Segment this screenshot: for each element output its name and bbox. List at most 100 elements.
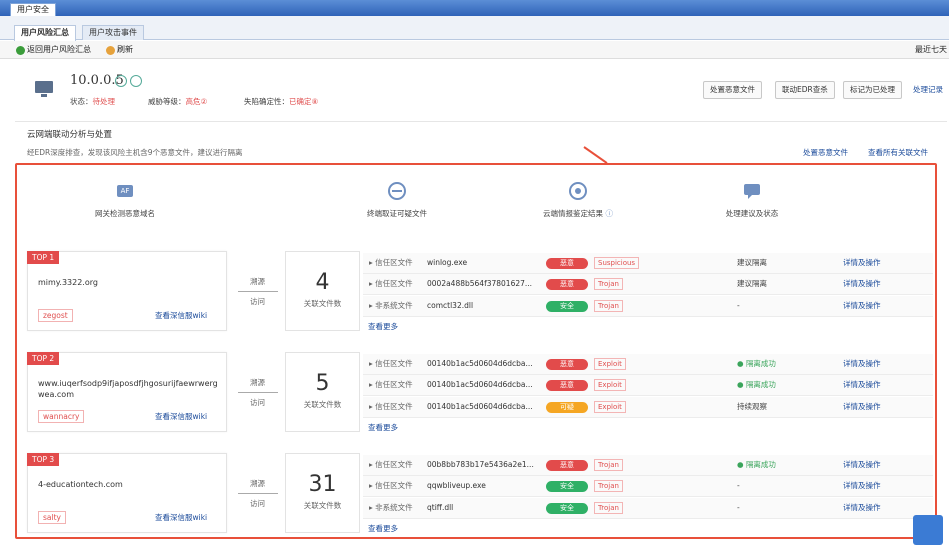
host-computer-icon bbox=[33, 79, 55, 99]
tab-user-risk-summary[interactable]: 用户风险汇总 bbox=[14, 25, 76, 41]
highlight-arrow bbox=[583, 146, 608, 164]
detail-link[interactable]: 详情及操作 bbox=[843, 498, 881, 518]
file-row: ▸ 信任区文件 00b8bb783b17e5436a2e1... 恶意 Troj… bbox=[363, 455, 933, 476]
wiki-link[interactable]: 查看深信服wiki bbox=[155, 512, 207, 523]
threat-tag: Exploit bbox=[594, 401, 626, 413]
trace-label: 溯源 bbox=[250, 378, 265, 387]
rank-badge: TOP 2 bbox=[27, 352, 60, 365]
verdict-badge: 恶意 bbox=[546, 279, 588, 290]
advice-status: - bbox=[737, 503, 740, 512]
file-type: ▸ 信任区文件 bbox=[369, 460, 413, 469]
file-name: 00b8bb783b17e5436a2e1... bbox=[427, 460, 534, 469]
verdict-badge: 安全 bbox=[546, 481, 588, 492]
verdict-badge: 安全 bbox=[546, 503, 588, 514]
malicious-domain: mimy.3322.org bbox=[38, 278, 98, 287]
detail-link[interactable]: 详情及操作 bbox=[843, 274, 881, 294]
info-icon[interactable]: ⓘ bbox=[605, 209, 613, 218]
handle-records-link[interactable]: 处理记录 bbox=[913, 84, 943, 95]
toolbar: 返回用户风险汇总 刷新 最近七天 bbox=[0, 41, 949, 59]
refresh-icon bbox=[106, 45, 115, 55]
domain-card: TOP 2 www.iuqerfsodp9ifjaposdfjhgosurijf… bbox=[27, 352, 227, 432]
link-arrow bbox=[237, 392, 278, 393]
verdict-badge: 恶意 bbox=[546, 258, 588, 269]
step-endpoint-label: 终端取证可疑文件 bbox=[367, 209, 427, 218]
step-advice: 处理建议及状态 bbox=[677, 180, 827, 219]
trace-label: 溯源 bbox=[250, 277, 265, 286]
threat-tag: Trojan bbox=[594, 300, 623, 312]
verdict-badge: 恶意 bbox=[546, 359, 588, 370]
detail-link[interactable]: 详情及操作 bbox=[843, 375, 881, 395]
malicious-domain: 4-educationtech.com bbox=[38, 480, 123, 489]
file-row: ▸ 信任区文件 winlog.exe 恶意 Suspicious 建议隔离 详情… bbox=[363, 253, 933, 274]
family-tag: zegost bbox=[38, 309, 73, 322]
certainty-value: 已确定⑧ bbox=[289, 97, 319, 106]
status-field: 状态：待处理 bbox=[70, 97, 116, 106]
mark-handled-button[interactable]: 标记为已处理 bbox=[843, 81, 902, 99]
verdict-badge: 恶意 bbox=[546, 460, 588, 471]
status-value: 待处理 bbox=[92, 97, 116, 106]
detail-link[interactable]: 详情及操作 bbox=[843, 455, 881, 475]
link-arrow bbox=[237, 493, 278, 494]
chat-bubble-icon bbox=[740, 180, 764, 202]
refresh-button[interactable]: 刷新 bbox=[106, 45, 133, 55]
file-type: ▸ 信任区文件 bbox=[369, 279, 413, 288]
view-more-link[interactable]: 查看更多 bbox=[368, 523, 398, 534]
handle-malicious-files-button[interactable]: 处置恶意文件 bbox=[703, 81, 762, 99]
step-gateway: AF 网关检测恶意域名 bbox=[50, 180, 200, 219]
link-arrow bbox=[237, 291, 278, 292]
file-row: ▸ 信任区文件 0002a488b564f37801627... 恶意 Troj… bbox=[363, 274, 933, 295]
file-name: 0002a488b564f37801627... bbox=[427, 279, 533, 288]
back-button[interactable]: 返回用户风险汇总 bbox=[16, 45, 91, 55]
file-type: ▸ 非系统文件 bbox=[369, 503, 413, 512]
step-endpoint: 终端取证可疑文件 bbox=[322, 180, 472, 219]
assistant-icon[interactable] bbox=[913, 515, 943, 545]
wifi-icon bbox=[115, 75, 127, 87]
trace-label: 溯源 bbox=[250, 479, 265, 488]
section-subtitle: 经EDR深度排查，发现该风险主机含9个恶意文件，建议进行隔离 bbox=[27, 148, 243, 157]
divider bbox=[15, 121, 947, 122]
advice-status: - bbox=[737, 481, 740, 490]
tab-user-attack-events[interactable]: 用户攻击事件 bbox=[82, 25, 144, 40]
advice-status: 持续观察 bbox=[737, 402, 767, 411]
wiki-link[interactable]: 查看深信服wiki bbox=[155, 310, 207, 321]
trace-visit: 溯源 访问 bbox=[230, 276, 285, 307]
detail-link[interactable]: 详情及操作 bbox=[843, 354, 881, 374]
detail-link[interactable]: 详情及操作 bbox=[843, 476, 881, 496]
file-count-card: 31 关联文件数 bbox=[285, 453, 360, 533]
certainty-field: 失陷确定性：已确定⑧ bbox=[244, 97, 319, 106]
handle-files-link[interactable]: 处置恶意文件 bbox=[803, 147, 848, 158]
step-cloud-label: 云端情报鉴定结果 ⓘ bbox=[543, 209, 613, 218]
domain-card: TOP 1 mimy.3322.org zegost 查看深信服wiki bbox=[27, 251, 227, 331]
edr-kill-button[interactable]: 联动EDR查杀 bbox=[775, 81, 835, 99]
file-row: ▸ 信任区文件 00140b1ac5d0604d6dcba... 恶意 Expl… bbox=[363, 375, 933, 396]
file-count: 31 bbox=[308, 472, 337, 497]
step-gateway-label: 网关检测恶意域名 bbox=[95, 209, 155, 218]
detail-link[interactable]: 详情及操作 bbox=[843, 253, 881, 273]
verdict-badge: 安全 bbox=[546, 301, 588, 312]
malicious-domain: www.iuqerfsodp9ifjaposdfjhgosurijfaewrwe… bbox=[38, 379, 218, 399]
tab-bar: 用户风险汇总 用户攻击事件 bbox=[0, 16, 949, 41]
time-range-label[interactable]: 最近七天 bbox=[915, 45, 947, 55]
file-row: ▸ 非系统文件 qtiff.dll 安全 Trojan - 详情及操作 bbox=[363, 498, 933, 519]
detail-link[interactable]: 详情及操作 bbox=[843, 397, 881, 417]
trace-visit: 溯源 访问 bbox=[230, 377, 285, 408]
app-title-bar bbox=[0, 0, 949, 16]
view-all-files-link[interactable]: 查看所有关联文件 bbox=[868, 147, 928, 158]
back-button-label: 返回用户风险汇总 bbox=[27, 45, 91, 54]
visit-label: 访问 bbox=[250, 499, 265, 508]
file-name: winlog.exe bbox=[427, 258, 468, 267]
file-count-card: 4 关联文件数 bbox=[285, 251, 360, 331]
cloud-target-icon bbox=[566, 180, 590, 202]
file-count: 4 bbox=[315, 270, 330, 295]
detail-link[interactable]: 详情及操作 bbox=[843, 296, 881, 316]
view-more-link[interactable]: 查看更多 bbox=[368, 422, 398, 433]
threat-level-field: 威胁等级：高危② bbox=[148, 97, 208, 106]
file-name: qqwbliveup.exe bbox=[427, 481, 486, 490]
view-more-link[interactable]: 查看更多 bbox=[368, 321, 398, 332]
threat-tag: Trojan bbox=[594, 278, 623, 290]
file-row: ▸ 非系统文件 comctl32.dll 安全 Trojan - 详情及操作 bbox=[363, 296, 933, 317]
advice-status: ● 隔离成功 bbox=[737, 380, 776, 389]
window-title-tab[interactable]: 用户安全 bbox=[10, 3, 56, 16]
section-title: 云网端联动分析与处置 bbox=[27, 130, 113, 140]
wiki-link[interactable]: 查看深信服wiki bbox=[155, 411, 207, 422]
